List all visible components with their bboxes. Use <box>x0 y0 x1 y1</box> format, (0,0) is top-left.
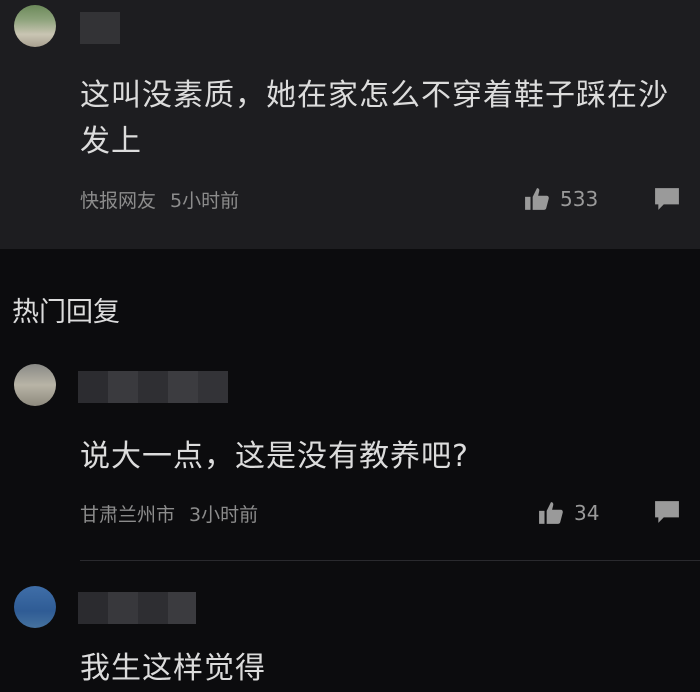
comment-meta: 快报网友 5小时前 <box>80 186 239 213</box>
avatar[interactable] <box>14 5 56 47</box>
reply-text-partial: 我生这样觉得 <box>80 651 266 686</box>
reply-location: 甘肃兰州市 <box>80 504 176 526</box>
comment-text: 这叫没素质，她在家怎么不穿着鞋子踩在沙 发上 <box>80 73 669 165</box>
reply-icon[interactable] <box>654 499 680 525</box>
comment-time: 5小时前 <box>170 190 240 212</box>
like-count: 34 <box>574 501 600 525</box>
comment-text-line: 这叫没素质，她在家怎么不穿着鞋子踩在沙 <box>80 78 669 113</box>
like-count: 533 <box>560 187 599 211</box>
username-blurred[interactable] <box>78 371 228 403</box>
like-button[interactable]: 533 <box>524 186 598 212</box>
comment-location: 快报网友 <box>80 190 157 212</box>
avatar[interactable] <box>14 586 56 628</box>
avatar[interactable] <box>14 364 56 406</box>
like-button[interactable]: 34 <box>538 500 599 526</box>
comment-text-line: 发上 <box>80 124 142 159</box>
reply-time: 3小时前 <box>189 504 259 526</box>
section-title: 热门回复 <box>12 297 120 328</box>
reply-icon[interactable] <box>654 186 680 212</box>
divider <box>80 560 700 561</box>
thumbs-up-icon <box>525 188 549 210</box>
username-blurred[interactable] <box>80 12 120 44</box>
reply-text: 说大一点，这是没有教养吧? <box>80 439 469 474</box>
thumbs-up-icon <box>539 502 563 524</box>
username-blurred[interactable] <box>78 592 196 624</box>
reply-meta: 甘肃兰州市 3小时前 <box>80 500 258 527</box>
